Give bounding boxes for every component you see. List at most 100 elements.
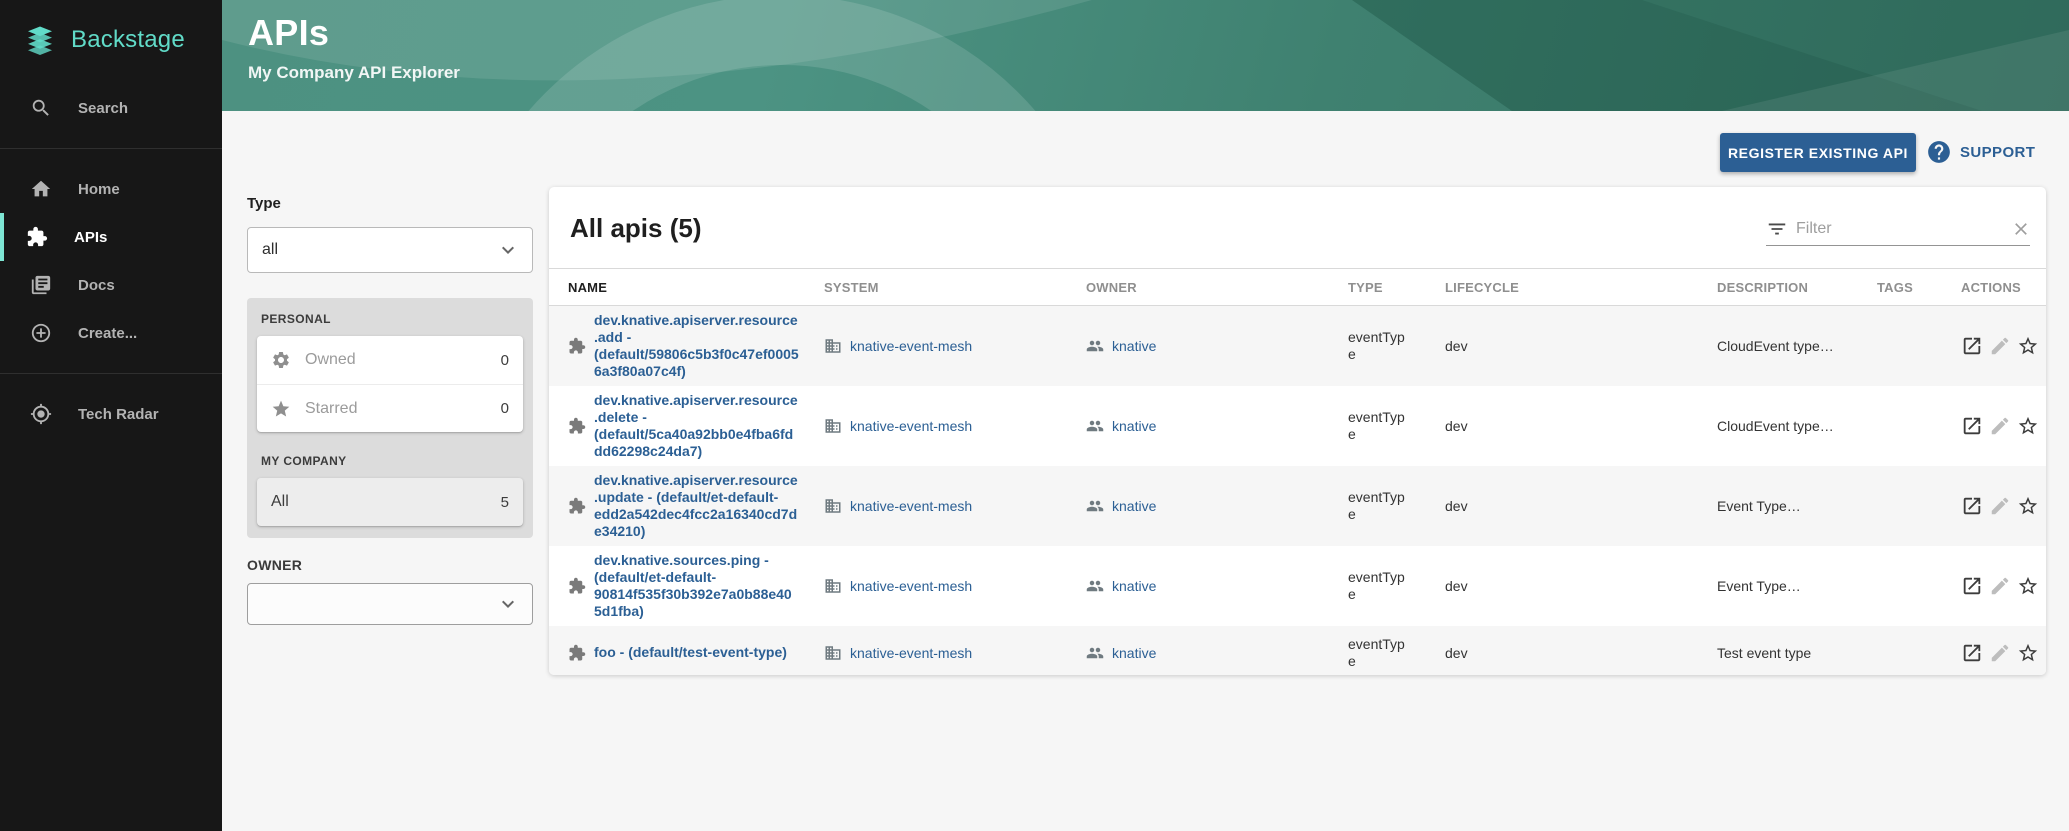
- table-row: dev.knative.apiserver.resource.update - …: [549, 466, 2046, 546]
- api-explorer-page: APIs My Company API Explorer Backstage S…: [0, 0, 2069, 831]
- tech-radar-icon: [30, 403, 52, 425]
- table-title: All apis (5): [570, 213, 701, 244]
- column-header-description[interactable]: DESCRIPTION: [1717, 280, 1877, 295]
- edit-api-button[interactable]: [1989, 575, 2011, 597]
- view-api-button[interactable]: [1961, 642, 1983, 664]
- api-description: CloudEvent type…: [1717, 338, 1877, 354]
- building-icon: [824, 644, 842, 662]
- owner-link[interactable]: knative: [1112, 645, 1156, 661]
- api-name-link[interactable]: dev.knative.apiserver.resource.delete - …: [594, 392, 799, 460]
- sidebar-item-label: Docs: [78, 277, 115, 294]
- page-header-banner: APIs My Company API Explorer: [222, 0, 2069, 111]
- table-row: dev.knative.apiserver.resource.delete - …: [549, 386, 2046, 466]
- owner-link[interactable]: knative: [1112, 338, 1156, 354]
- extension-icon: [568, 337, 586, 355]
- edit-api-button[interactable]: [1989, 415, 2011, 437]
- close-icon[interactable]: [2011, 219, 2031, 239]
- star-api-button[interactable]: [2017, 495, 2039, 517]
- extension-icon: [568, 577, 586, 595]
- personal-group-header: PERSONAL: [261, 312, 519, 326]
- launch-icon: [1961, 495, 1983, 517]
- system-link[interactable]: knative-event-mesh: [850, 645, 972, 661]
- group-icon: [1086, 644, 1104, 662]
- table-row: dev.knative.apiserver.resource.add - (de…: [549, 306, 2046, 386]
- star-api-button[interactable]: [2017, 415, 2039, 437]
- api-name-link[interactable]: dev.knative.apiserver.resource.update - …: [594, 472, 799, 540]
- sidebar-item-create[interactable]: Create...: [0, 309, 222, 357]
- system-link[interactable]: knative-event-mesh: [850, 498, 972, 514]
- filter-item-all[interactable]: All 5: [257, 478, 523, 526]
- group-icon: [1086, 337, 1104, 355]
- edit-api-button[interactable]: [1989, 495, 2011, 517]
- column-header-owner[interactable]: OWNER: [1086, 280, 1348, 295]
- gear-icon: [271, 350, 291, 370]
- api-type: eventType: [1348, 409, 1408, 443]
- column-header-tags[interactable]: TAGS: [1877, 280, 1961, 295]
- launch-icon: [1961, 415, 1983, 437]
- type-filter-label: Type: [247, 195, 281, 212]
- add-circle-icon: [30, 322, 52, 344]
- table-header-row: NAME SYSTEM OWNER TYPE LIFECYCLE DESCRIP…: [549, 268, 2046, 306]
- filter-item-owned[interactable]: Owned 0: [257, 336, 523, 384]
- table-filter-input[interactable]: [1796, 220, 2003, 238]
- sidebar-item-label: Create...: [78, 325, 137, 342]
- column-header-actions: ACTIONS: [1961, 280, 2032, 295]
- edit-api-button[interactable]: [1989, 642, 2011, 664]
- sidebar-item-label: Home: [78, 181, 120, 198]
- company-group-header: MY COMPANY: [261, 454, 519, 468]
- api-name-link[interactable]: dev.knative.sources.ping - (default/et-d…: [594, 552, 799, 620]
- type-filter-select[interactable]: all: [247, 227, 533, 273]
- filter-list-icon[interactable]: [1766, 218, 1788, 240]
- table-body: dev.knative.apiserver.resource.add - (de…: [549, 306, 2046, 675]
- sidebar-item-apis[interactable]: APIs: [0, 213, 222, 261]
- building-icon: [824, 497, 842, 515]
- filter-item-count: 0: [501, 400, 509, 417]
- search-icon: [30, 97, 52, 119]
- sidebar-item-home[interactable]: Home: [0, 165, 222, 213]
- sidebar-item-tech-radar[interactable]: Tech Radar: [0, 390, 222, 438]
- filter-item-label: Owned: [305, 351, 487, 369]
- building-icon: [824, 417, 842, 435]
- sidebar-item-search[interactable]: Search: [0, 84, 222, 132]
- sidebar-item-docs[interactable]: Docs: [0, 261, 222, 309]
- api-name-link[interactable]: dev.knative.apiserver.resource.add - (de…: [594, 312, 799, 380]
- api-name-link[interactable]: foo - (default/test-event-type): [594, 644, 809, 661]
- owner-filter-select[interactable]: [247, 583, 533, 625]
- column-header-lifecycle[interactable]: LIFECYCLE: [1445, 280, 1717, 295]
- view-api-button[interactable]: [1961, 415, 1983, 437]
- edit-icon: [1989, 335, 2011, 357]
- support-button[interactable]: SUPPORT: [1926, 139, 2035, 165]
- owner-link[interactable]: knative: [1112, 578, 1156, 594]
- star-border-icon: [2017, 335, 2039, 357]
- star-api-button[interactable]: [2017, 335, 2039, 357]
- backstage-logo[interactable]: Backstage: [0, 0, 222, 58]
- column-header-name[interactable]: NAME: [568, 280, 824, 295]
- system-link[interactable]: knative-event-mesh: [850, 418, 972, 434]
- sidebar-divider: [0, 148, 222, 149]
- register-existing-api-button[interactable]: REGISTER EXISTING API: [1720, 133, 1916, 172]
- column-header-system[interactable]: SYSTEM: [824, 280, 1086, 295]
- system-link[interactable]: knative-event-mesh: [850, 338, 972, 354]
- table-row: foo - (default/test-event-type) knative-…: [549, 626, 2046, 675]
- view-api-button[interactable]: [1961, 495, 1983, 517]
- view-api-button[interactable]: [1961, 335, 1983, 357]
- api-lifecycle: dev: [1445, 338, 1717, 354]
- api-description: CloudEvent type…: [1717, 418, 1877, 434]
- entity-filter-panel: PERSONAL Owned 0 Starred 0 MY COMPANY Al…: [247, 298, 533, 538]
- star-icon: [271, 399, 291, 419]
- filter-item-count: 0: [501, 352, 509, 369]
- view-api-button[interactable]: [1961, 575, 1983, 597]
- group-icon: [1086, 577, 1104, 595]
- star-api-button[interactable]: [2017, 642, 2039, 664]
- api-type: eventType: [1348, 636, 1408, 670]
- edit-api-button[interactable]: [1989, 335, 2011, 357]
- owner-link[interactable]: knative: [1112, 418, 1156, 434]
- owner-link[interactable]: knative: [1112, 498, 1156, 514]
- filter-item-label: All: [271, 493, 487, 511]
- system-link[interactable]: knative-event-mesh: [850, 578, 972, 594]
- star-border-icon: [2017, 415, 2039, 437]
- filter-item-starred[interactable]: Starred 0: [257, 384, 523, 432]
- column-header-type[interactable]: TYPE: [1348, 280, 1445, 295]
- launch-icon: [1961, 575, 1983, 597]
- star-api-button[interactable]: [2017, 575, 2039, 597]
